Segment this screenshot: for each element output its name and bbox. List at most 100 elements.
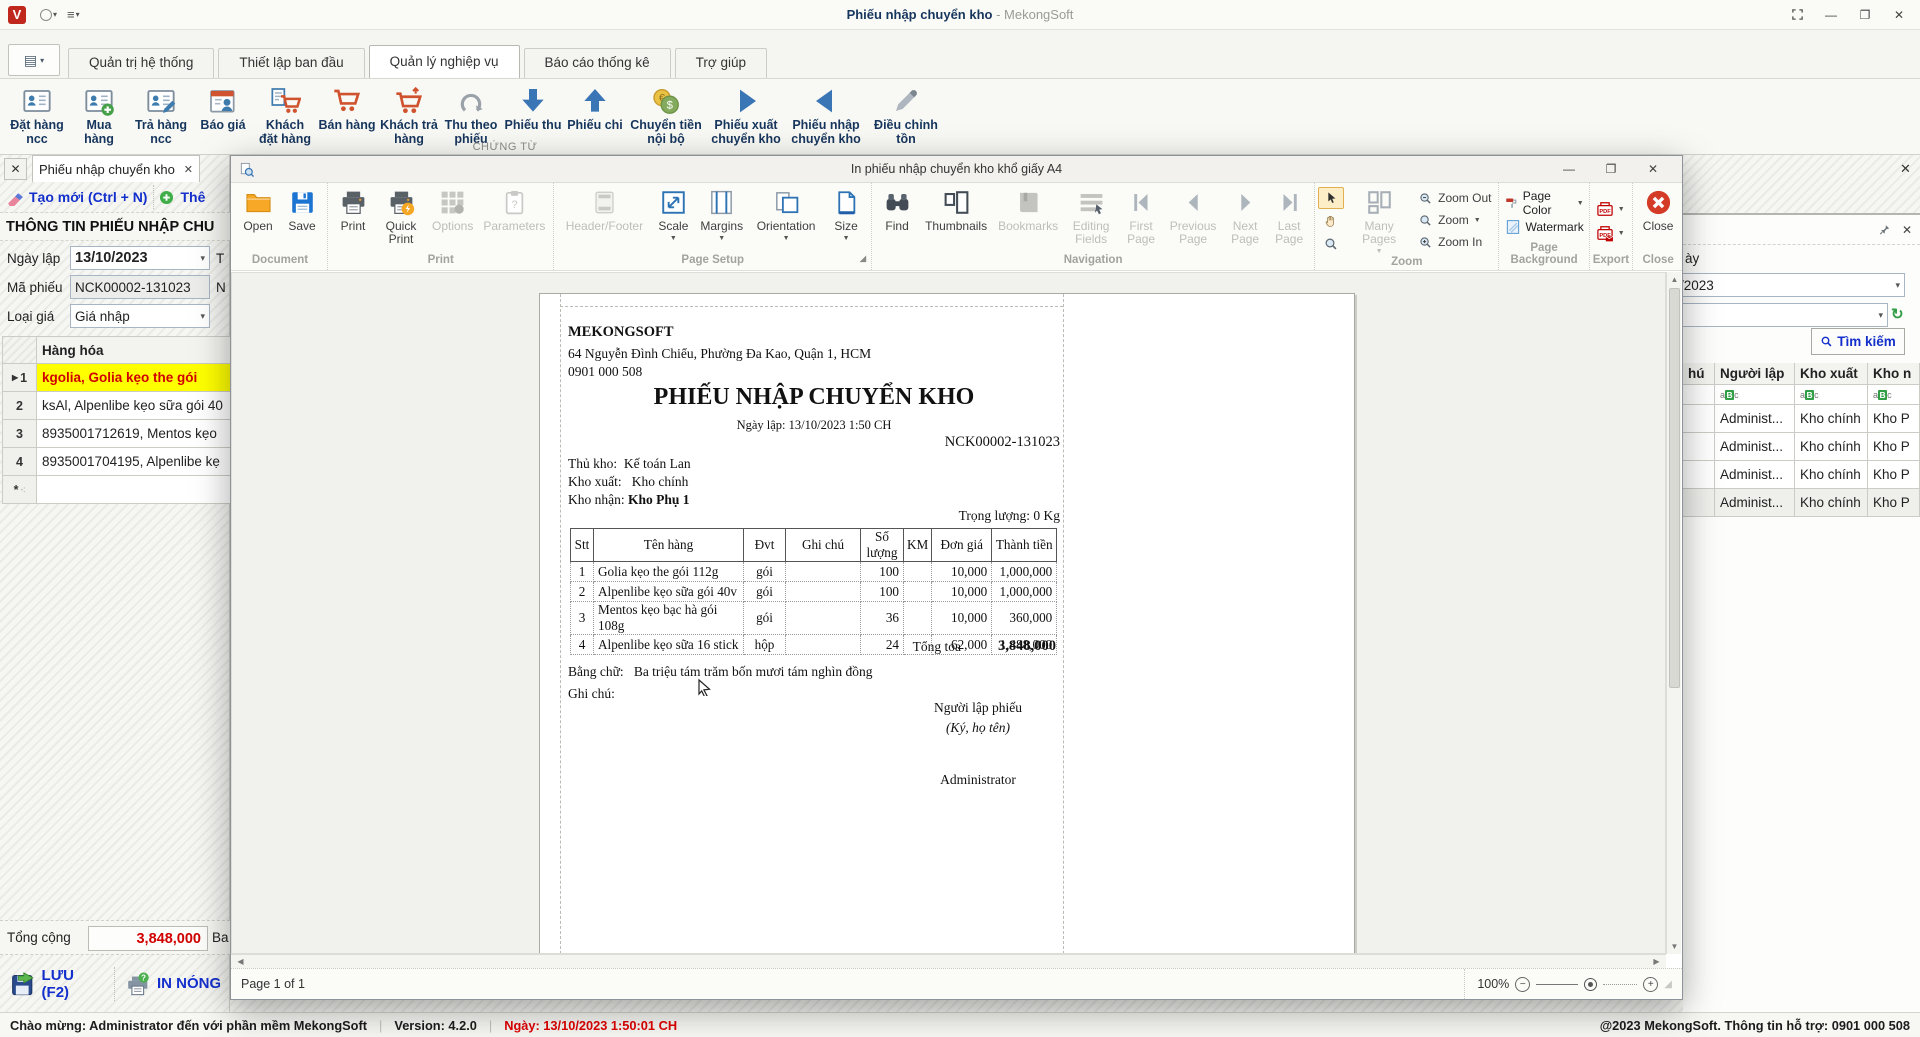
horizontal-scrollbar[interactable]: ◀ ▶ bbox=[231, 954, 1666, 968]
grid-row[interactable]: ▶ 1 kgolia, Golia kẹo the gói bbox=[2, 364, 230, 392]
orientation-button[interactable]: Orientation ▼ bbox=[748, 183, 824, 242]
note-label: Ghi chú: bbox=[568, 686, 615, 701]
column-header[interactable]: hú bbox=[1683, 363, 1715, 384]
ribbon-button-phieu-thu[interactable]: Phiếu thu bbox=[502, 83, 564, 133]
tab-bao-cao-thong-ke[interactable]: Báo cáo thống kê bbox=[523, 48, 671, 78]
zoom-out-button[interactable]: Zoom Out bbox=[1414, 187, 1495, 209]
fullscreen-button[interactable] bbox=[1782, 4, 1812, 26]
ribbon-button-khach-dat-hang[interactable]: Khách đặt hàng bbox=[254, 83, 316, 147]
table-row[interactable]: Administ... Kho chính Kho P bbox=[1683, 433, 1920, 461]
tab-thiet-lap-ban-dau[interactable]: Thiết lập ban đầu bbox=[218, 48, 365, 78]
ribbon-button-dat-hang-ncc[interactable]: Đặt hàng ncc bbox=[6, 83, 68, 147]
ribbon-button-khach-tra-hang[interactable]: Khách trả hàng bbox=[378, 83, 440, 147]
tab-quan-ly-nghiep-vu[interactable]: Quản lý nghiệp vụ bbox=[368, 45, 520, 78]
ribbon-button-tra-hang-ncc[interactable]: Trả hàng ncc bbox=[130, 83, 192, 147]
email-pdf-button[interactable]: ▼ bbox=[1593, 221, 1627, 245]
scroll-left-icon[interactable]: ◀ bbox=[233, 955, 248, 968]
grid-row[interactable]: 4 8935001704195, Alpenlibe kẹ bbox=[2, 448, 230, 476]
pin-icon[interactable] bbox=[1879, 224, 1892, 237]
header-footer-icon bbox=[590, 188, 619, 217]
scale-button[interactable]: Scale ▼ bbox=[651, 183, 695, 242]
refresh-icon[interactable]: ↻ bbox=[1891, 305, 1904, 323]
export-pdf-button[interactable]: ▼ bbox=[1593, 197, 1627, 221]
magnifier-tool-button[interactable] bbox=[1318, 233, 1344, 255]
zoom-in-button[interactable]: Zoom In bbox=[1414, 231, 1495, 253]
search-button[interactable]: Tìm kiếm bbox=[1811, 328, 1905, 355]
margins-button[interactable]: Margins ▼ bbox=[695, 183, 748, 242]
page-color-button[interactable]: Page Color ▼ bbox=[1502, 189, 1585, 217]
price-type-select[interactable]: Giá nhập ▾ bbox=[70, 304, 210, 328]
ribbon-button-mua-hang[interactable]: Mua hàng bbox=[68, 83, 130, 147]
print-button[interactable]: Print bbox=[331, 183, 375, 233]
panel-close-icon[interactable]: ✕ bbox=[1902, 223, 1912, 237]
thumbnails-button[interactable]: Thumbnails bbox=[919, 183, 993, 233]
open-button[interactable]: Open bbox=[236, 183, 280, 233]
table-row[interactable]: Administ... Kho chính Kho P bbox=[1683, 461, 1920, 489]
ribbon-button-phieu-chi[interactable]: Phiếu chi bbox=[564, 83, 626, 133]
grid-column-header[interactable]: Hàng hóa bbox=[37, 337, 230, 363]
date-picker[interactable]: 13/10/2023 ▾ bbox=[70, 246, 210, 270]
ribbon-button-bao-gia[interactable]: Báo giá bbox=[192, 83, 254, 133]
grid-row[interactable]: 3 8935001712619, Mentos kẹo bbox=[2, 420, 230, 448]
create-new-button[interactable]: Tạo mới (Ctrl + N) bbox=[0, 183, 153, 211]
add-button[interactable]: Thê bbox=[154, 183, 210, 211]
preview-document-area[interactable]: MEKONGSOFT 64 Nguyễn Đình Chiểu, Phường … bbox=[231, 272, 1666, 954]
close-all-tabs-button[interactable]: ✕ bbox=[4, 158, 27, 180]
preview-close-button[interactable]: ✕ bbox=[1632, 159, 1674, 179]
close-button[interactable]: ✕ bbox=[1884, 4, 1914, 26]
quick-print-button[interactable]: Quick Print bbox=[375, 183, 427, 246]
ribbon-button-ban-hang[interactable]: Bán hàng bbox=[316, 83, 378, 133]
ribbon-button-phieu-nhap-chuyen-kho[interactable]: Phiếu nhập chuyển kho bbox=[786, 83, 866, 147]
scroll-right-icon[interactable]: ▶ bbox=[1649, 955, 1664, 968]
hand-tool-button[interactable] bbox=[1318, 210, 1344, 232]
scrollbar-thumb[interactable] bbox=[1669, 288, 1680, 688]
ribbon-button-phieu-xuat-chuyen-kho[interactable]: Phiếu xuất chuyển kho bbox=[706, 83, 786, 147]
zoom-slider-knob[interactable] bbox=[1584, 977, 1598, 991]
code-field[interactable]: NCK00002-131023 bbox=[70, 275, 210, 299]
abc-filter-icon[interactable]: aBc bbox=[1800, 389, 1819, 400]
scroll-up-icon[interactable]: ▲ bbox=[1667, 272, 1682, 287]
find-button[interactable]: Find bbox=[875, 183, 919, 233]
document-tab[interactable]: Phiếu nhập chuyển kho ✕ bbox=[32, 155, 200, 182]
ribbon-button-dieu-chinh-ton[interactable]: Điều chỉnh tồn bbox=[866, 83, 946, 147]
preview-titlebar[interactable]: In phiếu nhập chuyển kho khổ giấy A4 — ❐… bbox=[231, 156, 1682, 183]
preview-maximize-button[interactable]: ❐ bbox=[1590, 159, 1632, 179]
preview-minimize-button[interactable]: — bbox=[1548, 159, 1590, 179]
save-button[interactable]: LƯU (F2) bbox=[0, 964, 114, 1004]
zoom-button[interactable]: Zoom ▼ bbox=[1414, 209, 1495, 231]
zoom-minus-button[interactable]: − bbox=[1515, 976, 1531, 992]
grid-new-row[interactable]: * -: bbox=[2, 476, 230, 504]
panel-area-close-button[interactable]: ✕ bbox=[1900, 161, 1911, 177]
close-preview-button[interactable]: Close bbox=[1636, 183, 1680, 233]
vertical-scrollbar[interactable]: ▲ ▼ bbox=[1666, 272, 1681, 954]
maximize-button[interactable]: ❐ bbox=[1850, 4, 1880, 26]
resize-grip-icon[interactable]: ◢ bbox=[1664, 979, 1672, 990]
application-menu-button[interactable]: ▤ ▾ bbox=[8, 44, 60, 76]
chevron-down-icon[interactable]: ▾ bbox=[200, 311, 205, 322]
chevron-down-icon[interactable]: ▾ bbox=[200, 253, 205, 264]
scroll-down-icon[interactable]: ▼ bbox=[1667, 939, 1682, 954]
tab-quan-tri-he-thong[interactable]: Quản trị hệ thống bbox=[68, 48, 215, 78]
column-header[interactable]: Kho n bbox=[1868, 363, 1920, 384]
ribbon-button-thu-theo-phieu[interactable]: Thu theo phiếu bbox=[440, 83, 502, 147]
hot-print-button[interactable]: IN NÓNG bbox=[115, 964, 230, 1004]
tab-close-icon[interactable]: ✕ bbox=[184, 163, 193, 176]
abc-filter-icon[interactable]: aBc bbox=[1873, 389, 1892, 400]
table-row[interactable]: Administ... Kho chính Kho P bbox=[1683, 405, 1920, 433]
column-header[interactable]: Người lập bbox=[1715, 363, 1795, 384]
page-setup-dialog-launcher[interactable]: ◢ bbox=[860, 254, 866, 263]
column-header[interactable]: Kho xuất bbox=[1795, 363, 1868, 384]
pointer-tool-button[interactable] bbox=[1318, 187, 1345, 209]
year-select[interactable]: /2023 ▾ bbox=[1675, 273, 1905, 297]
filter-select[interactable]: ▾ bbox=[1675, 303, 1888, 327]
abc-filter-icon[interactable]: aBc bbox=[1720, 389, 1739, 400]
grid-row[interactable]: 2 ksAl, Alpenlibe kẹo sữa gói 40 bbox=[2, 392, 230, 420]
ribbon-button-chuyen-tien-noi-bo[interactable]: Chuyển tiền nội bộ bbox=[626, 83, 706, 147]
size-button[interactable]: Size ▼ bbox=[824, 183, 868, 242]
tab-tro-giup[interactable]: Trợ giúp bbox=[674, 48, 767, 78]
minimize-button[interactable]: — bbox=[1816, 4, 1846, 26]
save-button[interactable]: Save bbox=[280, 183, 324, 233]
watermark-button[interactable]: Watermark bbox=[1502, 215, 1585, 239]
table-row[interactable]: Administ... Kho chính Kho P bbox=[1683, 489, 1920, 517]
zoom-plus-button[interactable]: + bbox=[1643, 976, 1659, 992]
